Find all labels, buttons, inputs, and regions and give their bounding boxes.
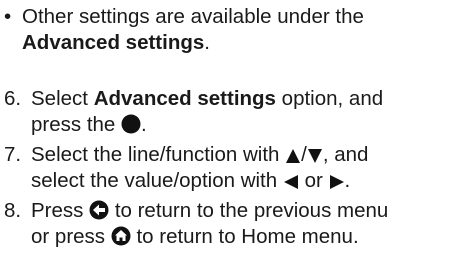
step-8-text-after: to return to Home menu. bbox=[136, 225, 359, 248]
up-triangle-icon bbox=[285, 148, 301, 164]
left-triangle-icon bbox=[283, 174, 299, 190]
home-icon bbox=[111, 226, 131, 246]
step-7-comma-and: , and bbox=[322, 143, 369, 166]
down-triangle-icon bbox=[307, 148, 323, 164]
step-8-text-middle-b: or press bbox=[31, 225, 106, 248]
step-8-text: Press to return to the previous menu or p… bbox=[31, 198, 456, 250]
step-8-text-before: Press bbox=[31, 199, 84, 222]
step-7-text-before: Select the line/function with bbox=[31, 143, 280, 166]
note-text-after: . bbox=[204, 31, 210, 54]
instructions-document: • Other settings are available under the… bbox=[0, 0, 460, 278]
step-6-text-after: . bbox=[141, 113, 147, 136]
step-7-text-middle: select the value/option with bbox=[31, 169, 278, 192]
step-8-text-middle-a: to return to the previous menu bbox=[114, 199, 389, 222]
step-6-text-middle-a: option, and bbox=[281, 87, 384, 110]
step-6-text: Select Advanced settings option, and pres… bbox=[31, 86, 456, 138]
step-6-text-before: Select bbox=[31, 87, 88, 110]
note-bold-advanced-settings: Advanced settings bbox=[22, 31, 205, 54]
step-number: 8. bbox=[4, 199, 22, 222]
step-number: 7. bbox=[4, 143, 22, 166]
step-7-text: Select the line/function with /, and sele… bbox=[31, 142, 456, 194]
step-6-text-middle-b: press the bbox=[31, 113, 116, 136]
step-7-text-after: . bbox=[344, 169, 351, 192]
circle-enter-icon bbox=[121, 114, 141, 134]
note-text-before: Other settings are available under the bbox=[22, 5, 364, 28]
note-text: Other settings are available under the Ad… bbox=[22, 4, 456, 56]
right-triangle-icon bbox=[329, 174, 345, 190]
step-6-bold-advanced-settings: Advanced settings bbox=[93, 87, 276, 110]
bullet-mark: • bbox=[4, 5, 12, 28]
or-text: or bbox=[304, 169, 323, 192]
step-number: 6. bbox=[4, 87, 22, 110]
back-arrow-icon bbox=[89, 200, 109, 220]
